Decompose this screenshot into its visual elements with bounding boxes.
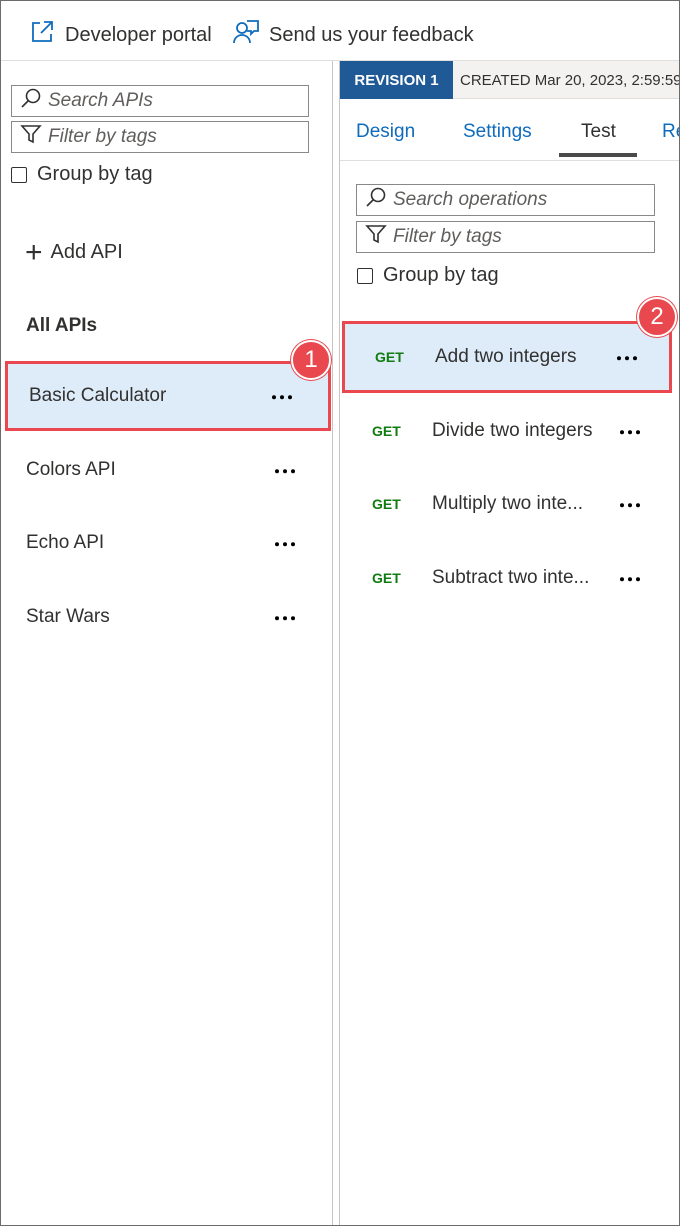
plus-icon: +: [25, 235, 43, 269]
tab-test[interactable]: Test: [581, 121, 616, 143]
filter-tags-placeholder: Filter by tags: [393, 226, 502, 247]
developer-portal-button[interactable]: Developer portal: [29, 19, 212, 51]
filter-icon: [20, 123, 42, 151]
callout-badge-1: 1: [291, 340, 331, 380]
search-operations-input[interactable]: Search operations: [356, 184, 655, 216]
http-method-badge: GET: [372, 496, 401, 512]
operation-item-divide-two-integers[interactable]: GET Divide two integers: [342, 395, 672, 467]
more-options-icon[interactable]: [620, 577, 640, 582]
api-item-label: Star Wars: [26, 606, 110, 627]
feedback-icon: [233, 19, 259, 51]
api-item-label: Basic Calculator: [29, 385, 167, 406]
operation-item-add-two-integers[interactable]: GET Add two integers: [342, 321, 672, 393]
more-options-icon[interactable]: [275, 616, 295, 621]
add-api-label: Add API: [50, 241, 123, 263]
checkbox-box[interactable]: [357, 267, 373, 284]
more-options-icon[interactable]: [620, 503, 640, 508]
filter-tags-input[interactable]: Filter by tags: [11, 121, 309, 153]
http-method-badge: GET: [372, 570, 401, 586]
http-method-badge: GET: [375, 349, 404, 365]
filter-icon: [365, 223, 387, 251]
operation-name: Add two integers: [435, 346, 577, 367]
callout-badge-2: 2: [637, 297, 677, 337]
group-by-tag-checkbox[interactable]: Group by tag: [11, 163, 153, 186]
checkbox-box[interactable]: [11, 166, 27, 183]
feedback-label: Send us your feedback: [269, 23, 474, 46]
developer-portal-label: Developer portal: [65, 23, 212, 46]
api-item-star-wars[interactable]: Star Wars: [5, 582, 331, 652]
api-item-label: Echo API: [26, 532, 105, 553]
search-icon: [20, 87, 42, 115]
feedback-button[interactable]: Send us your feedback: [233, 19, 474, 51]
more-options-icon[interactable]: [275, 542, 295, 547]
tab-bar: Design Settings Test Re: [340, 99, 679, 161]
all-apis-heading: All APIs: [26, 315, 98, 336]
api-item-echo-api[interactable]: Echo API: [5, 508, 331, 578]
more-options-icon[interactable]: [272, 395, 292, 400]
tab-settings[interactable]: Settings: [463, 121, 532, 143]
operation-item-subtract-two-integers[interactable]: GET Subtract two inte...: [342, 542, 672, 614]
filter-tags-placeholder: Filter by tags: [48, 126, 157, 147]
search-icon: [365, 186, 387, 214]
tab-design[interactable]: Design: [356, 121, 415, 143]
more-options-icon[interactable]: [275, 469, 295, 474]
revision-created-text: CREATED Mar 20, 2023, 2:59:59: [460, 71, 680, 89]
group-by-tag-label: Group by tag: [37, 163, 153, 185]
window: Developer portal Send us your feedback S…: [0, 0, 680, 1226]
more-options-icon[interactable]: [617, 356, 637, 361]
external-link-icon: [29, 19, 55, 51]
top-toolbar: Developer portal Send us your feedback: [1, 1, 679, 61]
more-options-icon[interactable]: [620, 430, 640, 435]
operation-name: Multiply two inte...: [432, 493, 583, 514]
api-item-label: Colors API: [26, 459, 116, 480]
group-by-tag-checkbox[interactable]: Group by tag: [357, 264, 499, 287]
api-list-pane: Search APIs Filter by tags Group by tag …: [1, 61, 333, 1225]
tab-revisions[interactable]: Re: [662, 121, 679, 143]
filter-tags-input[interactable]: Filter by tags: [356, 221, 655, 253]
api-item-colors-api[interactable]: Colors API: [5, 435, 331, 505]
api-item-basic-calculator[interactable]: Basic Calculator: [5, 361, 331, 431]
operation-name: Divide two integers: [432, 420, 593, 441]
add-api-button[interactable]: + Add API: [25, 235, 123, 269]
operation-name: Subtract two inte...: [432, 567, 590, 588]
search-operations-placeholder: Search operations: [393, 189, 548, 210]
active-tab-indicator: [559, 153, 637, 157]
http-method-badge: GET: [372, 423, 401, 439]
search-apis-input[interactable]: Search APIs: [11, 85, 309, 117]
operation-item-multiply-two-integers[interactable]: GET Multiply two inte...: [342, 468, 672, 540]
operations-pane: REVISION 1 CREATED Mar 20, 2023, 2:59:59…: [339, 61, 680, 1225]
group-by-tag-label: Group by tag: [383, 264, 499, 286]
revision-badge[interactable]: REVISION 1: [340, 61, 453, 99]
search-apis-placeholder: Search APIs: [48, 90, 153, 111]
revision-bar: REVISION 1 CREATED Mar 20, 2023, 2:59:59: [340, 61, 680, 99]
